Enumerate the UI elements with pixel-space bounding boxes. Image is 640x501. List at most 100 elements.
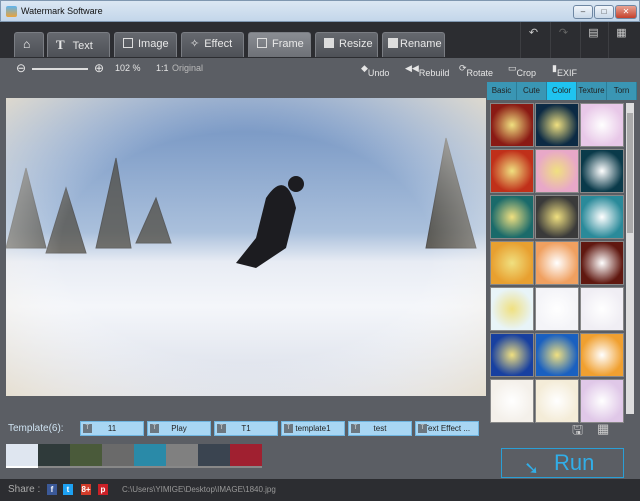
frame-thumbnail[interactable]	[535, 103, 579, 147]
scrollbar-thumb[interactable]	[627, 113, 633, 233]
ratio-icon[interactable]: 1:1	[156, 63, 169, 73]
tab-label: Rename	[400, 38, 442, 50]
frame-thumbnail[interactable]	[490, 149, 534, 193]
run-button[interactable]: ➘ Run	[501, 448, 624, 478]
tab-basic[interactable]: Basic	[487, 82, 517, 100]
tab-rename[interactable]: Rename	[382, 32, 445, 57]
register-icon-button[interactable]: ▦	[608, 22, 634, 58]
frame-thumbnail[interactable]	[580, 195, 624, 239]
save-template-icon[interactable]: 🖫	[572, 421, 583, 443]
frame-thumbnail[interactable]	[535, 287, 579, 331]
film-thumbnail[interactable]	[198, 444, 230, 468]
frame-thumbnail[interactable]	[580, 333, 624, 377]
google-plus-icon[interactable]: 8+	[81, 484, 91, 495]
home-icon: ⌂	[23, 37, 31, 51]
frame-thumbnail[interactable]	[490, 379, 534, 423]
film-thumbnail[interactable]	[6, 444, 38, 468]
template-button[interactable]: T Text Effect ...	[415, 421, 479, 436]
tab-torn[interactable]: Torn	[607, 82, 637, 100]
frame-thumbnail[interactable]	[580, 379, 624, 423]
twitter-icon[interactable]: t	[63, 484, 73, 495]
title-bar: Watermark Software – □ ✕	[0, 0, 640, 22]
template-button[interactable]: T T1	[214, 421, 278, 436]
original-button[interactable]: Original	[172, 63, 203, 73]
close-button[interactable]: ✕	[615, 5, 637, 19]
template-name: Text Effect ...	[423, 424, 471, 433]
frame-thumbnail[interactable]	[490, 287, 534, 331]
frame-thumbnail[interactable]	[535, 241, 579, 285]
image-filmstrip	[6, 444, 262, 468]
zoom-out-icon[interactable]: ⊖	[16, 61, 26, 75]
tab-text[interactable]: T Text	[47, 32, 110, 57]
rotate-button[interactable]: ⟳ Rotate	[459, 63, 493, 78]
tab-texture[interactable]: Texture	[577, 82, 607, 100]
film-thumbnail[interactable]	[230, 444, 262, 468]
exif-label: EXIF	[556, 68, 577, 78]
main-toolbar: ⌂ T Text Image ✧ Effect Frame Resize Renam…	[0, 22, 640, 58]
run-icon: ➘	[524, 458, 540, 478]
rebuild-button[interactable]: ◀◀ Rebuild	[405, 63, 449, 78]
app-logo-icon	[6, 6, 17, 17]
frame-thumbnail[interactable]	[580, 103, 624, 147]
template-button[interactable]: T Play	[147, 421, 211, 436]
frame-thumbnail[interactable]	[490, 333, 534, 377]
template-button[interactable]: Ttest	[348, 421, 412, 436]
manage-template-icon[interactable]: ▦	[597, 421, 609, 437]
tab-label: Image	[138, 38, 169, 50]
frame-thumbnail[interactable]	[490, 241, 534, 285]
frame-thumbnail[interactable]	[535, 333, 579, 377]
frame-thumbnail[interactable]	[490, 103, 534, 147]
template-row: Template(6): T 11 T Play T T1 Ttemplate1 Ttest T…	[0, 418, 640, 440]
zoom-in-icon[interactable]: ⊕	[94, 61, 104, 75]
frame-thumbnail[interactable]	[580, 287, 624, 331]
undo-label: Undo	[367, 68, 390, 78]
film-thumbnail[interactable]	[166, 444, 198, 468]
frame-thumbnail[interactable]	[580, 241, 624, 285]
frame-scrollbar[interactable]	[626, 103, 634, 414]
template-button[interactable]: T 11	[80, 421, 144, 436]
tab-label: Frame	[272, 38, 304, 50]
template-name: Play	[171, 424, 187, 433]
tab-color[interactable]: Color	[547, 82, 577, 100]
zoom-slider[interactable]	[32, 68, 88, 70]
text-template-icon: T	[150, 424, 159, 433]
frame-thumbnail[interactable]	[535, 379, 579, 423]
frame-category-tabs: Basic Cute Color Texture Torn	[487, 82, 637, 100]
frame-thumbnail[interactable]	[535, 149, 579, 193]
rebuild-label: Rebuild	[418, 68, 450, 78]
template-button[interactable]: Ttemplate1	[281, 421, 345, 436]
frame-icon	[257, 38, 267, 48]
maximize-button[interactable]: □	[594, 5, 614, 19]
exif-button[interactable]: ▮ EXIF	[552, 63, 577, 78]
redo-icon-button[interactable]: ↷	[550, 22, 576, 58]
tab-image[interactable]: Image	[114, 32, 177, 57]
snowboard-photo	[6, 98, 486, 396]
pinterest-icon[interactable]: p	[98, 484, 108, 495]
text-template-icon: T	[418, 424, 427, 433]
minimize-button[interactable]: –	[573, 5, 593, 19]
rename-icon	[388, 38, 398, 48]
tab-frame[interactable]: Frame	[248, 32, 311, 57]
window-title: Watermark Software	[21, 6, 103, 16]
tab-resize[interactable]: Resize	[315, 32, 378, 57]
frame-thumbnail[interactable]	[535, 195, 579, 239]
facebook-icon[interactable]: f	[47, 484, 57, 495]
undo-button[interactable]: ◆ Undo	[361, 63, 389, 78]
frame-thumbnail[interactable]	[490, 195, 534, 239]
undo-icon-button[interactable]: ↶	[520, 22, 546, 58]
preview-image	[6, 98, 486, 396]
film-thumbnail[interactable]	[134, 444, 166, 468]
tab-cute[interactable]: Cute	[517, 82, 547, 100]
tab-home[interactable]: ⌂	[14, 32, 44, 57]
template-name: 11	[107, 424, 117, 433]
film-thumbnail[interactable]	[38, 444, 70, 468]
feedback-icon-button[interactable]: ▤	[580, 22, 606, 58]
crop-button[interactable]: ▭ Crop	[508, 63, 536, 78]
resize-icon	[324, 38, 334, 48]
film-thumbnail[interactable]	[102, 444, 134, 468]
frame-thumbnail[interactable]	[580, 149, 624, 193]
rotate-label: Rotate	[466, 68, 494, 78]
film-thumbnail[interactable]	[70, 444, 102, 468]
template-name: template1	[295, 424, 331, 433]
tab-effect[interactable]: ✧ Effect	[181, 32, 244, 57]
